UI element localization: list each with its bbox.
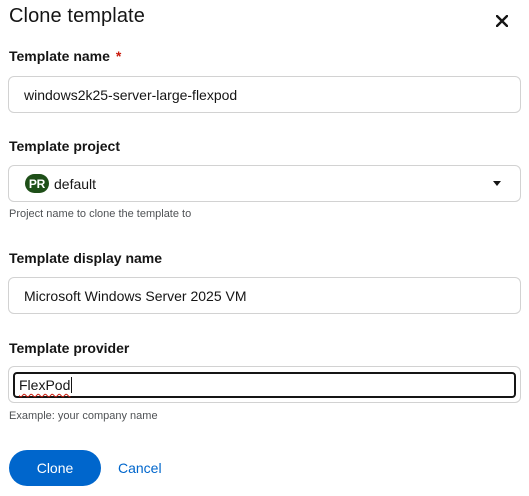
template-display-name-value: Microsoft Windows Server 2025 VM <box>24 287 247 304</box>
clone-template-dialog: Clone template Template name * windows2k2… <box>0 0 529 496</box>
template-name-label: Template name * <box>9 48 121 64</box>
close-button[interactable] <box>493 12 511 30</box>
template-project-label: Template project <box>9 138 120 154</box>
cancel-button[interactable]: Cancel <box>118 460 162 476</box>
template-provider-label: Template provider <box>9 340 130 356</box>
template-provider-value: FlexPod <box>19 377 71 393</box>
template-display-name-input[interactable]: Microsoft Windows Server 2025 VM <box>8 277 521 314</box>
template-provider-helper: Example: your company name <box>9 410 158 422</box>
template-display-name-label: Template display name <box>9 250 163 266</box>
caret-down-icon <box>493 181 501 186</box>
clone-button[interactable]: Clone <box>9 450 101 486</box>
template-project-select[interactable]: PR default <box>8 165 521 202</box>
template-project-value: default <box>54 175 97 192</box>
template-name-input[interactable]: windows2k25-server-large-flexpod <box>8 76 521 113</box>
close-icon <box>496 15 508 27</box>
template-name-label-text: Template name <box>9 48 110 64</box>
text-cursor <box>71 377 73 393</box>
required-marker: * <box>115 48 122 64</box>
template-provider-input[interactable]: FlexPod <box>13 372 516 398</box>
template-project-helper: Project name to clone the template to <box>9 208 192 220</box>
template-name-value: windows2k25-server-large-flexpod <box>24 86 238 103</box>
project-badge: PR <box>25 174 49 193</box>
dialog-title: Clone template <box>9 5 145 27</box>
